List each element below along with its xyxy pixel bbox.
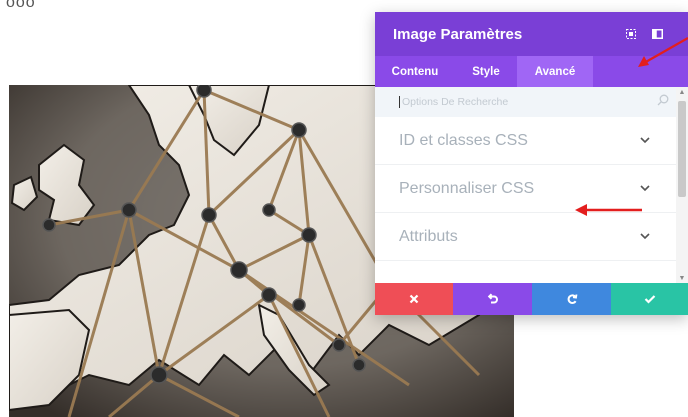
chevron-down-icon xyxy=(638,132,652,150)
section-attributes[interactable]: Attributs xyxy=(375,213,676,261)
tab-avance[interactable]: Avancé xyxy=(517,56,593,87)
panel-footer xyxy=(375,283,688,315)
section-label: ID et classes CSS xyxy=(399,131,528,149)
search-input[interactable] xyxy=(399,96,657,108)
cancel-button[interactable] xyxy=(375,283,453,315)
check-icon xyxy=(644,295,655,304)
tab-style[interactable]: Style xyxy=(455,56,517,87)
redo-button[interactable] xyxy=(532,283,611,315)
redo-icon xyxy=(567,294,577,304)
search-bar xyxy=(375,87,685,117)
undo-icon xyxy=(487,293,498,304)
scrollbar[interactable]: ▲ ▼ xyxy=(676,87,688,283)
annotation-arrow-icon xyxy=(575,204,642,216)
chevron-down-icon xyxy=(638,180,652,198)
scrollbar-thumb[interactable] xyxy=(678,101,686,197)
close-icon xyxy=(409,294,419,304)
tab-contenu[interactable]: Contenu xyxy=(375,56,455,87)
section-label: Personnaliser CSS xyxy=(399,179,535,197)
section-id-css-classes[interactable]: ID et classes CSS xyxy=(375,117,676,165)
search-icon[interactable] xyxy=(657,93,669,111)
scroll-up-icon[interactable]: ▲ xyxy=(676,87,688,97)
scroll-down-icon[interactable]: ▼ xyxy=(676,273,688,283)
undo-button[interactable] xyxy=(453,283,532,315)
panel-title: Image Paramètres xyxy=(393,25,523,43)
chevron-down-icon xyxy=(638,228,652,246)
section-label: Attributs xyxy=(399,227,458,245)
clipped-heading: ooo xyxy=(6,0,36,11)
panel-body: ID et classes CSS Personnaliser CSS Attr… xyxy=(375,87,688,283)
save-button[interactable] xyxy=(611,283,688,315)
page: ooo Image Paramètres Contenu Style Avanc… xyxy=(0,0,688,417)
annotation-arrow-icon xyxy=(638,37,688,67)
